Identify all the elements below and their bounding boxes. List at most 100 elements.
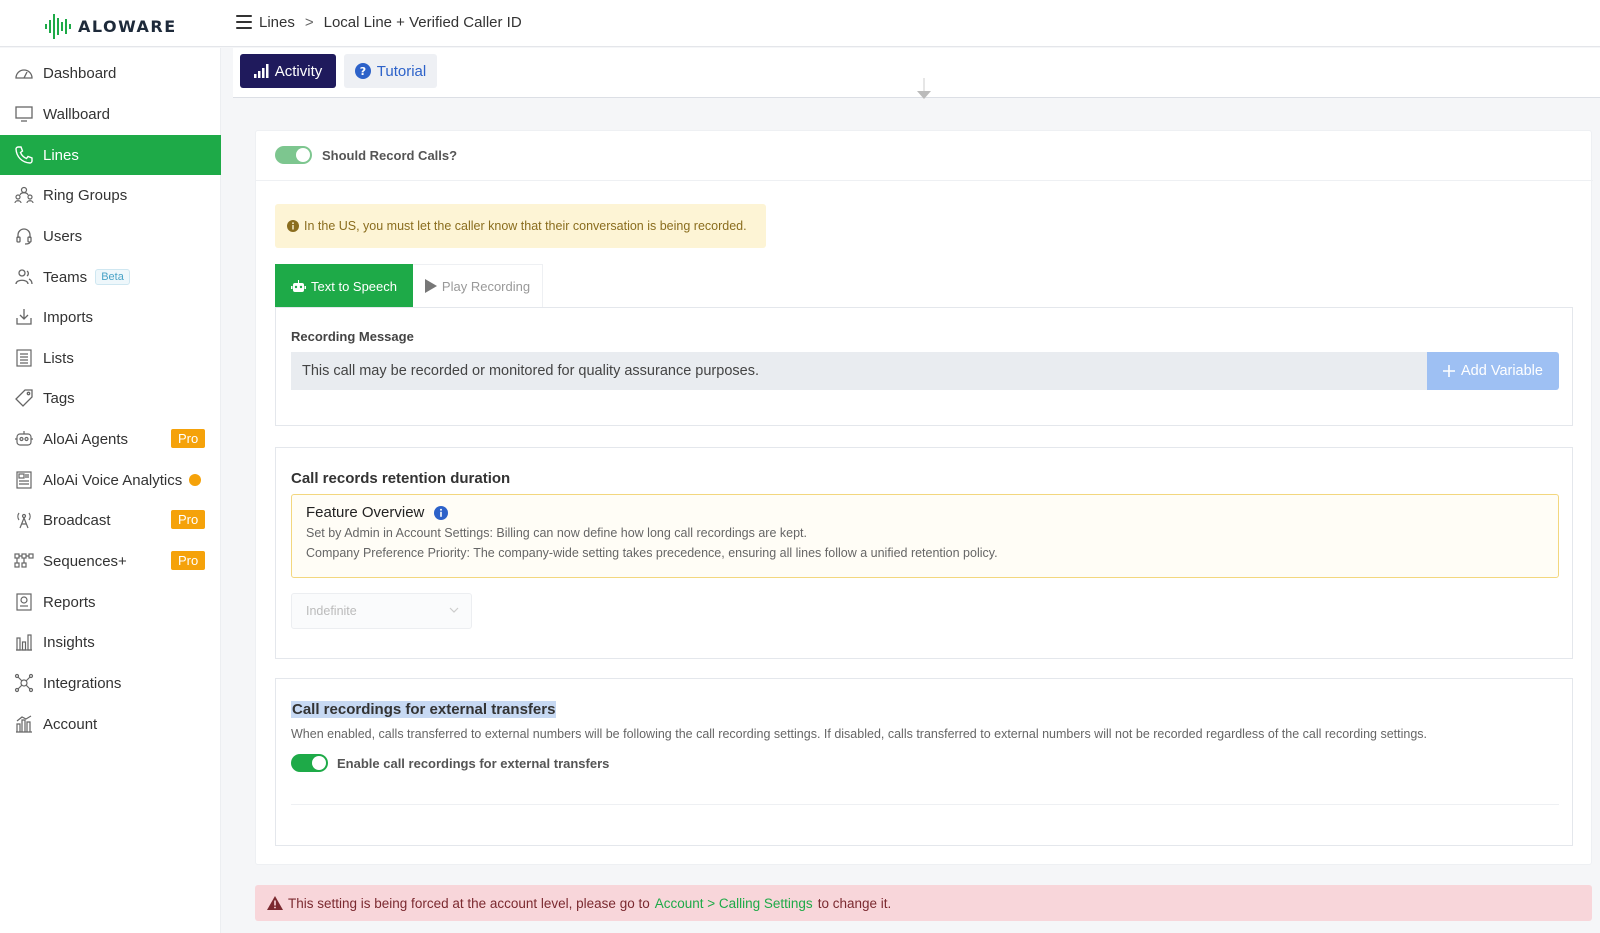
- pro-badge: Pro: [171, 510, 206, 529]
- help-icon: ?: [354, 63, 371, 79]
- pro-badge: Pro: [171, 551, 206, 570]
- account-icon: [16, 715, 32, 733]
- sidebar-item-sequences[interactable]: Sequences+ Pro: [0, 541, 221, 581]
- breadcrumb: Lines > Local Line + Verified Caller ID: [259, 14, 522, 31]
- retention-panel: Call records retention duration Feature …: [275, 447, 1573, 659]
- sidebar-item-lists[interactable]: Lists: [0, 338, 221, 378]
- tag-icon: [15, 389, 33, 407]
- monitor-icon: [15, 106, 33, 122]
- add-variable-label: Add Variable: [1461, 363, 1543, 379]
- menu-toggle-icon[interactable]: [236, 15, 252, 29]
- toggle-knob: [312, 756, 326, 770]
- retention-select[interactable]: Indefinite: [291, 593, 472, 629]
- external-transfers-title: Call recordings for external transfers: [291, 701, 557, 718]
- sidebar-item-dashboard[interactable]: Dashboard: [0, 53, 221, 93]
- plus-icon: [1443, 365, 1456, 377]
- sidebar-item-reports[interactable]: Reports: [0, 582, 221, 622]
- text-to-speech-tab[interactable]: Text to Speech: [275, 264, 413, 308]
- recording-message-input[interactable]: [291, 352, 1427, 390]
- sidebar-item-label: Broadcast: [43, 511, 111, 529]
- sidebar-item-label: Reports: [43, 593, 96, 611]
- external-transfers-toggle[interactable]: [291, 754, 328, 772]
- sidebar-item-label: Dashboard: [43, 64, 117, 82]
- sidebar-item-integrations[interactable]: Integrations: [0, 663, 221, 703]
- sidebar-item-imports[interactable]: Imports: [0, 297, 221, 337]
- sidebar: Dashboard Wallboard Lines Ring Groups Us…: [0, 48, 221, 933]
- recording-warning: In the US, you must let the caller know …: [275, 204, 766, 248]
- alert-prefix: This setting is being forced at the acco…: [288, 895, 650, 911]
- feature-overview-box: Feature Overview Set by Admin in Account…: [291, 494, 1559, 578]
- insights-icon: [16, 634, 32, 651]
- sidebar-item-label: Integrations: [43, 674, 122, 692]
- sidebar-item-ring-groups[interactable]: Ring Groups: [0, 175, 221, 215]
- toggle-knob: [296, 148, 310, 162]
- retention-selected-value: Indefinite: [306, 604, 357, 618]
- integrations-icon: [14, 673, 34, 693]
- tutorial-label: Tutorial: [376, 62, 427, 80]
- analytics-icon: [16, 471, 32, 489]
- feature-line-1: Set by Admin in Account Settings: Billin…: [306, 526, 807, 540]
- external-transfers-description: When enabled, calls transferred to exter…: [291, 727, 1427, 741]
- dashboard-icon: [15, 69, 33, 79]
- tutorial-button[interactable]: ? Tutorial: [344, 54, 437, 88]
- sequence-icon: [14, 553, 34, 568]
- signal-bars-icon: [253, 64, 269, 78]
- feature-overview-title: Feature Overview: [306, 504, 449, 521]
- record-calls-toggle[interactable]: [275, 146, 312, 164]
- logo[interactable]: ALOWARE: [44, 11, 177, 41]
- sidebar-item-label: Tags: [43, 389, 75, 407]
- sidebar-item-label: Users: [43, 227, 83, 245]
- report-icon: [16, 593, 32, 611]
- robot-icon: [291, 279, 306, 292]
- breadcrumb-separator: >: [304, 14, 314, 31]
- sidebar-item-account[interactable]: Account: [0, 704, 221, 744]
- warning-triangle-icon: [267, 896, 283, 910]
- sidebar-item-label: Sequences+: [43, 552, 127, 570]
- sidebar-item-broadcast[interactable]: Broadcast Pro: [0, 500, 221, 540]
- play-icon: [424, 279, 437, 293]
- sidebar-item-wallboard[interactable]: Wallboard: [0, 94, 221, 134]
- call-recording-card: Should Record Calls? In the US, you must…: [255, 130, 1593, 865]
- sidebar-item-label: Insights: [43, 633, 95, 651]
- add-variable-button[interactable]: Add Variable: [1427, 352, 1559, 390]
- alert-suffix: to change it.: [817, 895, 892, 911]
- divider: [256, 180, 1593, 181]
- sidebar-item-users[interactable]: Users: [0, 216, 221, 256]
- sidebar-item-label: Teams: [43, 268, 88, 286]
- play-tab-label: Play Recording: [441, 278, 531, 294]
- sidebar-item-label: Wallboard: [43, 105, 110, 123]
- tts-tab-label: Text to Speech: [311, 278, 397, 294]
- retention-title: Call records retention duration: [291, 470, 511, 487]
- sidebar-item-label: Lists: [43, 349, 74, 367]
- logo-text: ALOWARE: [78, 16, 177, 36]
- sidebar-item-tags[interactable]: Tags: [0, 378, 221, 418]
- play-recording-tab[interactable]: Play Recording: [413, 264, 543, 308]
- record-calls-label: Should Record Calls?: [322, 148, 458, 163]
- sidebar-item-lines[interactable]: Lines: [0, 135, 221, 175]
- top-bar: ALOWARE Lines > Local Line + Verified Ca…: [0, 0, 1600, 47]
- warning-text: In the US, you must let the caller know …: [304, 219, 747, 233]
- info-icon: [287, 220, 299, 232]
- chevron-down-icon: [449, 607, 459, 613]
- info-icon[interactable]: [434, 505, 449, 520]
- breadcrumb-lines[interactable]: Lines: [259, 14, 295, 31]
- external-transfers-panel: Call recordings for external transfers W…: [275, 678, 1573, 846]
- sidebar-item-label: Account: [43, 715, 98, 733]
- sidebar-item-label: AloAi Voice Analytics: [43, 471, 183, 489]
- sidebar-item-label: AloAi Agents: [43, 430, 129, 448]
- calling-settings-link[interactable]: Account > Calling Settings: [655, 896, 813, 911]
- beta-badge: Beta: [95, 269, 130, 285]
- activity-button[interactable]: Activity: [240, 54, 336, 88]
- activity-label: Activity: [274, 62, 323, 80]
- sidebar-item-insights[interactable]: Insights: [0, 622, 221, 662]
- list-icon: [16, 349, 32, 367]
- tts-panel: Recording Message Add Variable: [275, 307, 1573, 426]
- broadcast-icon: [17, 512, 31, 529]
- feature-title-text: Feature Overview: [306, 504, 425, 521]
- recording-message-label: Recording Message: [291, 329, 414, 344]
- arrow-down-icon: [917, 78, 931, 99]
- sidebar-item-aloai-agents[interactable]: AloAi Agents Pro: [0, 419, 221, 459]
- sidebar-item-aloai-voice-analytics[interactable]: AloAi Voice Analytics: [0, 460, 221, 500]
- sidebar-item-teams[interactable]: Teams Beta: [0, 257, 221, 297]
- headset-icon: [16, 228, 32, 245]
